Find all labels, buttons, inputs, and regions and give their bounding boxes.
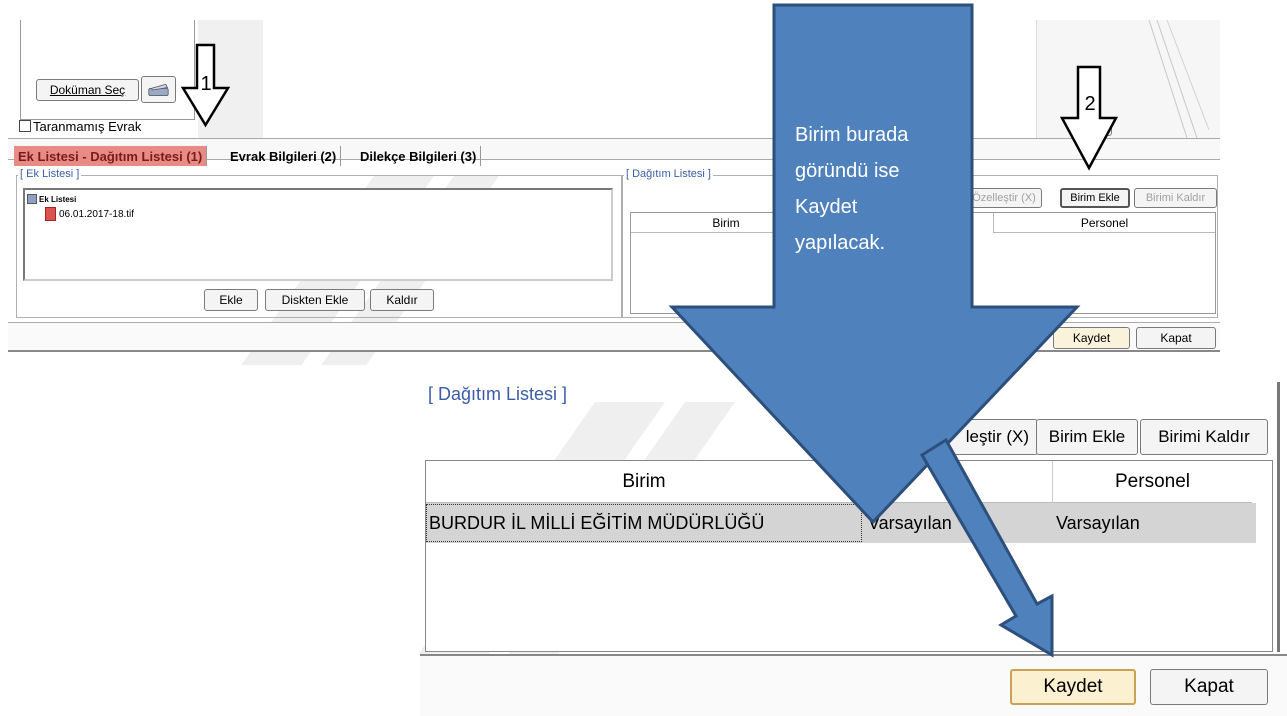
marker-1: 1 bbox=[200, 73, 212, 95]
callout-arrow bbox=[668, 3, 1081, 525]
marker-2: 2 bbox=[1084, 93, 1096, 115]
callout-line: Kaydet bbox=[795, 196, 858, 218]
callout-line: yapılacak. bbox=[795, 232, 886, 254]
callout-line: göründü ise bbox=[795, 160, 900, 182]
down-arrow-outline-icon bbox=[1059, 65, 1119, 171]
diagonal-arrow-icon bbox=[919, 437, 1054, 658]
callout-text: Birim burada göründü ise Kaydet yapılaca… bbox=[795, 117, 965, 261]
callout-line: Birim burada bbox=[795, 124, 909, 146]
